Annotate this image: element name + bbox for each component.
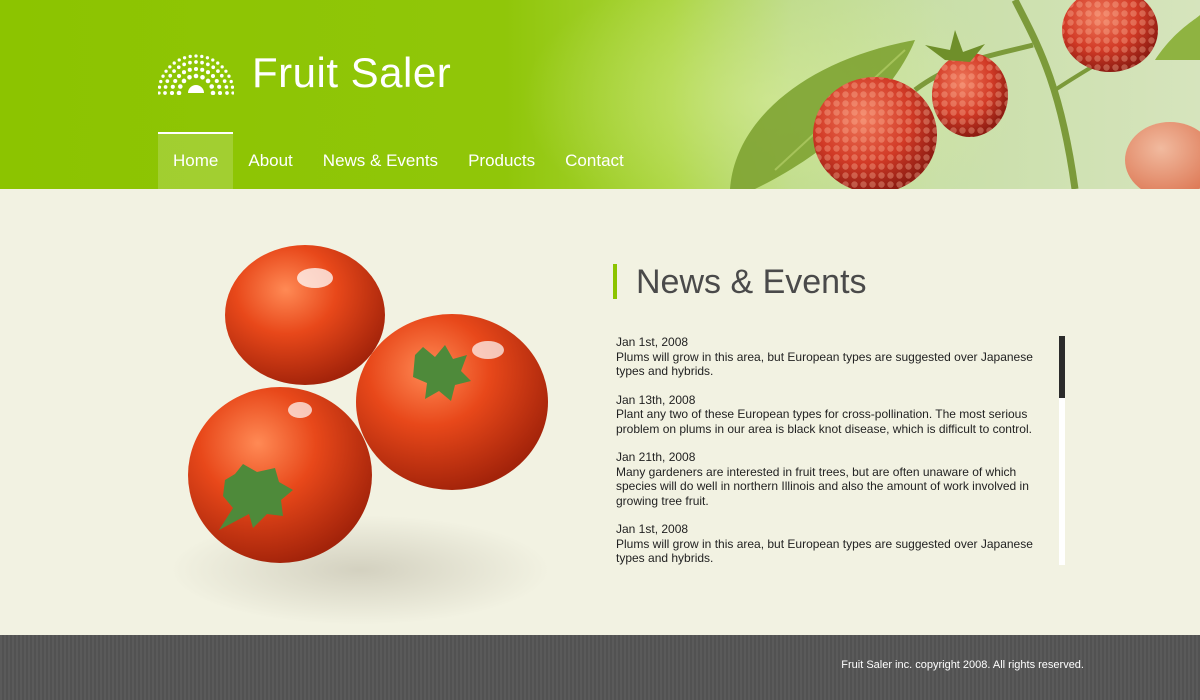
news-date: Jan 1st, 2008 bbox=[616, 522, 689, 536]
sunburst-logo-icon bbox=[158, 54, 234, 95]
brand-name: Fruit Saler bbox=[252, 49, 452, 96]
nav-contact[interactable]: Contact bbox=[550, 132, 639, 189]
site-footer: Fruit Saler inc. copyright 2008. All rig… bbox=[0, 635, 1200, 700]
news-scrollbar[interactable] bbox=[1059, 336, 1065, 565]
news-text: Plums will grow in this area, but Europe… bbox=[616, 349, 1033, 379]
logo[interactable]: Fruit Saler bbox=[158, 50, 451, 96]
nav-news-events[interactable]: News & Events bbox=[308, 132, 453, 189]
main-nav: Home About News & Events Products Contac… bbox=[158, 132, 639, 189]
news-text: Plums will grow in this area, but Europe… bbox=[616, 536, 1033, 566]
site-header: Fruit Saler Home About News & Events Pro… bbox=[0, 0, 1200, 189]
news-item: Jan 1st, 2008 Plums will grow in this ar… bbox=[616, 522, 1051, 566]
nav-home[interactable]: Home bbox=[158, 132, 234, 189]
news-text: Plant any two of these European types fo… bbox=[616, 407, 1032, 436]
copyright-text: Fruit Saler inc. copyright 2008. All rig… bbox=[841, 659, 1084, 671]
news-date: Jan 1st, 2008 bbox=[616, 335, 689, 349]
news-item: Jan 1st, 2008 Plums will grow in this ar… bbox=[616, 335, 1051, 379]
news-text: Many gardeners are interested in fruit t… bbox=[616, 464, 1029, 508]
news-item: Jan 21th, 2008 Many gardeners are intere… bbox=[616, 450, 1051, 508]
nav-about[interactable]: About bbox=[233, 132, 307, 189]
news-date: Jan 21th, 2008 bbox=[616, 450, 696, 464]
news-date: Jan 13th, 2008 bbox=[616, 392, 696, 407]
nav-products[interactable]: Products bbox=[453, 132, 550, 189]
news-scrollbar-thumb[interactable] bbox=[1059, 336, 1065, 398]
news-list: Jan 1st, 2008 Plums will grow in this ar… bbox=[616, 335, 1051, 580]
raspberry-branch-image bbox=[730, 0, 1200, 189]
news-item: Jan 13th, 2008 Plant any two of these Eu… bbox=[616, 393, 1051, 437]
tomatoes-image bbox=[170, 245, 550, 625]
news-events-heading: News & Events bbox=[613, 264, 867, 300]
